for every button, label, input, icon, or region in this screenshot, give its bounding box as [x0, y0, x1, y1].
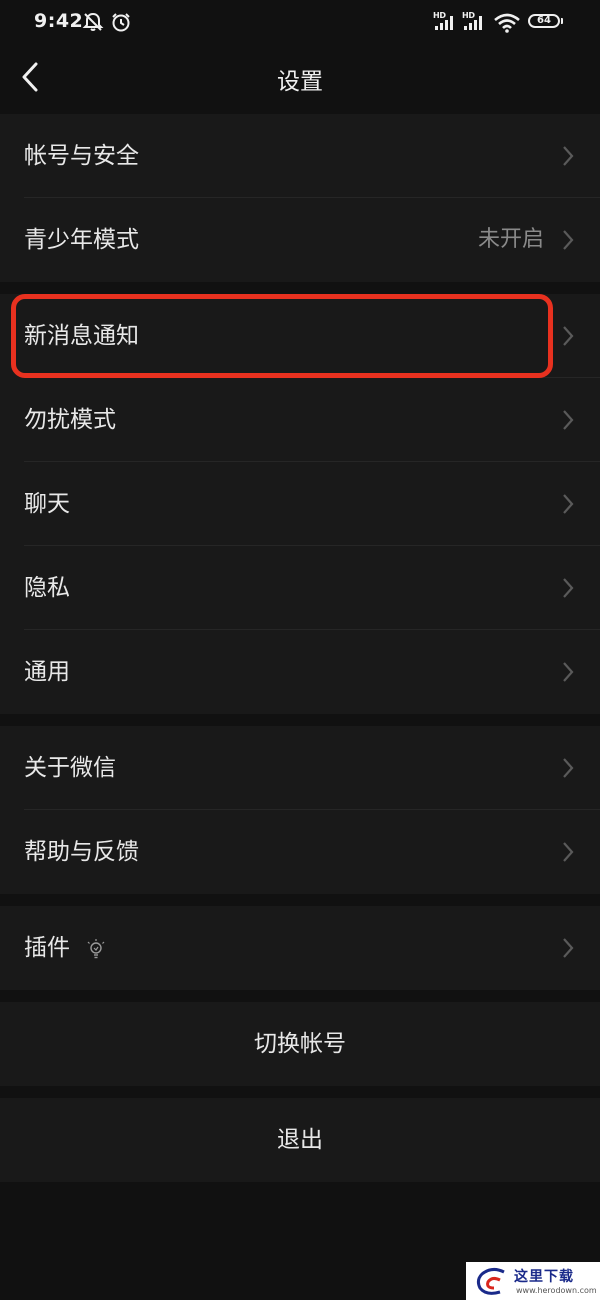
settings-item-label: 通用 [24, 659, 70, 685]
battery-nub [561, 18, 563, 24]
chevron-right-icon [563, 494, 574, 514]
watermark-url: www.herodown.com [516, 1286, 597, 1295]
status-bar: 9:42 HD HD 64 [0, 0, 600, 44]
settings-item-label: 青少年模式 [24, 227, 139, 253]
page-title: 设置 [277, 69, 323, 95]
settings-item-label: 插件 [24, 935, 70, 961]
settings-item-label: 隐私 [24, 575, 70, 601]
settings-item-do-not-disturb[interactable]: 勿扰模式 [0, 378, 600, 462]
settings-item-account-security[interactable]: 帐号与安全 [0, 114, 600, 198]
settings-item-label: 帮助与反馈 [24, 839, 139, 865]
battery-indicator: 64 [528, 14, 560, 28]
settings-group-account: 帐号与安全 青少年模式 未开启 [0, 114, 600, 282]
settings-item-new-message-notification[interactable]: 新消息通知 [0, 294, 600, 378]
watermark-swirl-icon [476, 1267, 505, 1295]
signal-icon-2 [464, 16, 482, 30]
settings-group-about: 关于微信 帮助与反馈 [0, 726, 600, 894]
settings-item-label: 关于微信 [24, 755, 116, 781]
wifi-icon [494, 13, 520, 33]
switch-account-button[interactable]: 切换帐号 [0, 1002, 600, 1086]
settings-item-label: 新消息通知 [24, 323, 139, 349]
status-time: 9:42 [34, 10, 84, 32]
back-button[interactable] [14, 58, 50, 96]
settings-group-plugins: 插件 [0, 906, 600, 990]
settings-item-teen-mode[interactable]: 青少年模式 未开启 [0, 198, 600, 282]
chevron-right-icon [563, 758, 574, 778]
watermark-logo: 这里下载 www.herodown.com [466, 1262, 600, 1300]
settings-item-chat[interactable]: 聊天 [0, 462, 600, 546]
chevron-right-icon [563, 410, 574, 430]
chevron-right-icon [563, 146, 574, 166]
notifications-muted-icon [82, 12, 104, 31]
back-arrow-icon [22, 62, 38, 92]
settings-item-help-feedback[interactable]: 帮助与反馈 [0, 810, 600, 894]
settings-item-plugins[interactable]: 插件 [0, 906, 600, 990]
settings-item-privacy[interactable]: 隐私 [0, 546, 600, 630]
chevron-right-icon [563, 662, 574, 682]
settings-item-general[interactable]: 通用 [0, 630, 600, 714]
chevron-right-icon [563, 842, 574, 862]
battery-level: 64 [537, 15, 551, 26]
settings-item-label: 帐号与安全 [24, 143, 139, 169]
chevron-right-icon [563, 938, 574, 958]
lightbulb-icon [87, 939, 105, 959]
chevron-right-icon [563, 578, 574, 598]
settings-group-main: 新消息通知 勿扰模式 聊天 隐私 通用 [0, 294, 600, 714]
teen-mode-status: 未开启 [477, 227, 544, 252]
watermark-text: 这里下载 [514, 1269, 574, 1285]
settings-item-about-wechat[interactable]: 关于微信 [0, 726, 600, 810]
chevron-right-icon [563, 326, 574, 346]
nav-bar: 设置 [0, 44, 600, 110]
settings-item-label: 勿扰模式 [24, 407, 116, 433]
settings-item-label: 聊天 [24, 491, 70, 517]
chevron-right-icon [563, 230, 574, 250]
signal-icon-1 [435, 16, 453, 30]
alarm-icon [112, 13, 130, 32]
logout-button[interactable]: 退出 [0, 1098, 600, 1182]
